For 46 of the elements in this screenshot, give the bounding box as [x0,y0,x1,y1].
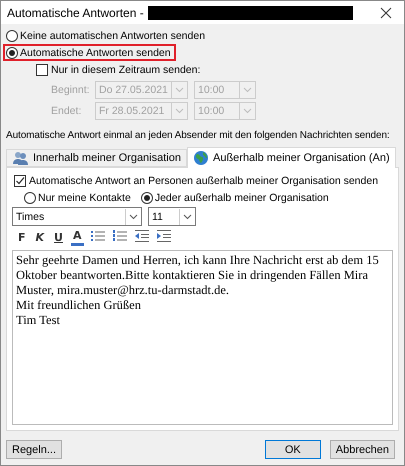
field-label: Endet: [51,104,82,116]
italic-button[interactable]: K [34,228,46,246]
message-text: Sehr geehrte Damen und Herren, ich kann Ihre Nachricht erst ab dem 15 Oktober beantworten.Bitte kontaktieren Sie in dringenden Fällen Mira Muster, mira.muster@hrz.tu-darmstadt.de. [16,253,380,298]
chevron-down-icon [175,108,184,114]
message-text: Tim Test [16,313,61,328]
radio-button[interactable] [6,46,18,58]
chevron-down-icon [129,214,138,220]
outdent-button[interactable] [134,229,150,245]
indent-button[interactable] [156,229,172,245]
checkbox-label: Automatische Antwort an Personen außerhalb meiner Organisation senden [29,174,378,186]
radio-label: Keine automatischen Antworten senden [20,30,206,42]
globe-icon [192,150,209,166]
radio-button[interactable] [140,192,153,204]
radio-label: Automatische Antworten senden [20,46,171,58]
chevron-down-icon [183,214,192,220]
tab[interactable]: Innerhalb meiner Organisation [6,149,187,167]
underline-button[interactable]: U [52,228,65,246]
font-size-dropdown[interactable]: 11 [148,207,196,226]
bold-button[interactable]: F [16,228,28,246]
checkmark-icon [15,176,25,186]
tab[interactable]: Außerhalb meiner Organisation (An) [186,147,396,168]
radio-label: Jeder außerhalb meiner Organisation [154,192,329,204]
rules-button[interactable]: Regeln... [6,440,62,459]
instruction-text: Automatische Antwort einmal an jeden Absender mit den folgenden Nachrichten senden: [6,130,390,141]
ok-button[interactable]: OK [264,440,321,459]
message-text: Mit freundlichen Grüßen [16,298,142,313]
checkbox[interactable] [14,174,26,186]
field-label: Beginnt: [51,84,89,96]
checkbox-label: Nur in diesem Zeitraum senden: [51,64,200,76]
outdent-icon [134,229,150,243]
radio-label: Nur meine Kontakte [38,192,131,204]
color-button[interactable]: A [70,228,84,246]
radio-button[interactable] [6,30,18,42]
close-icon [380,6,392,18]
chevron-down-icon [175,86,184,92]
message-field[interactable] [12,250,393,425]
indent-icon [156,229,172,243]
chevron-down-icon [243,108,252,114]
chevron-down-icon [243,86,252,92]
radio-button[interactable] [24,192,36,204]
window-title: Automatische Antworten - [7,6,144,20]
bullet-list-icon [90,229,106,243]
font-dropdown[interactable]: Times [12,207,142,226]
numbered-list-icon [112,229,128,243]
people-icon [12,150,29,166]
cancel-button[interactable]: Abbrechen [330,440,395,459]
